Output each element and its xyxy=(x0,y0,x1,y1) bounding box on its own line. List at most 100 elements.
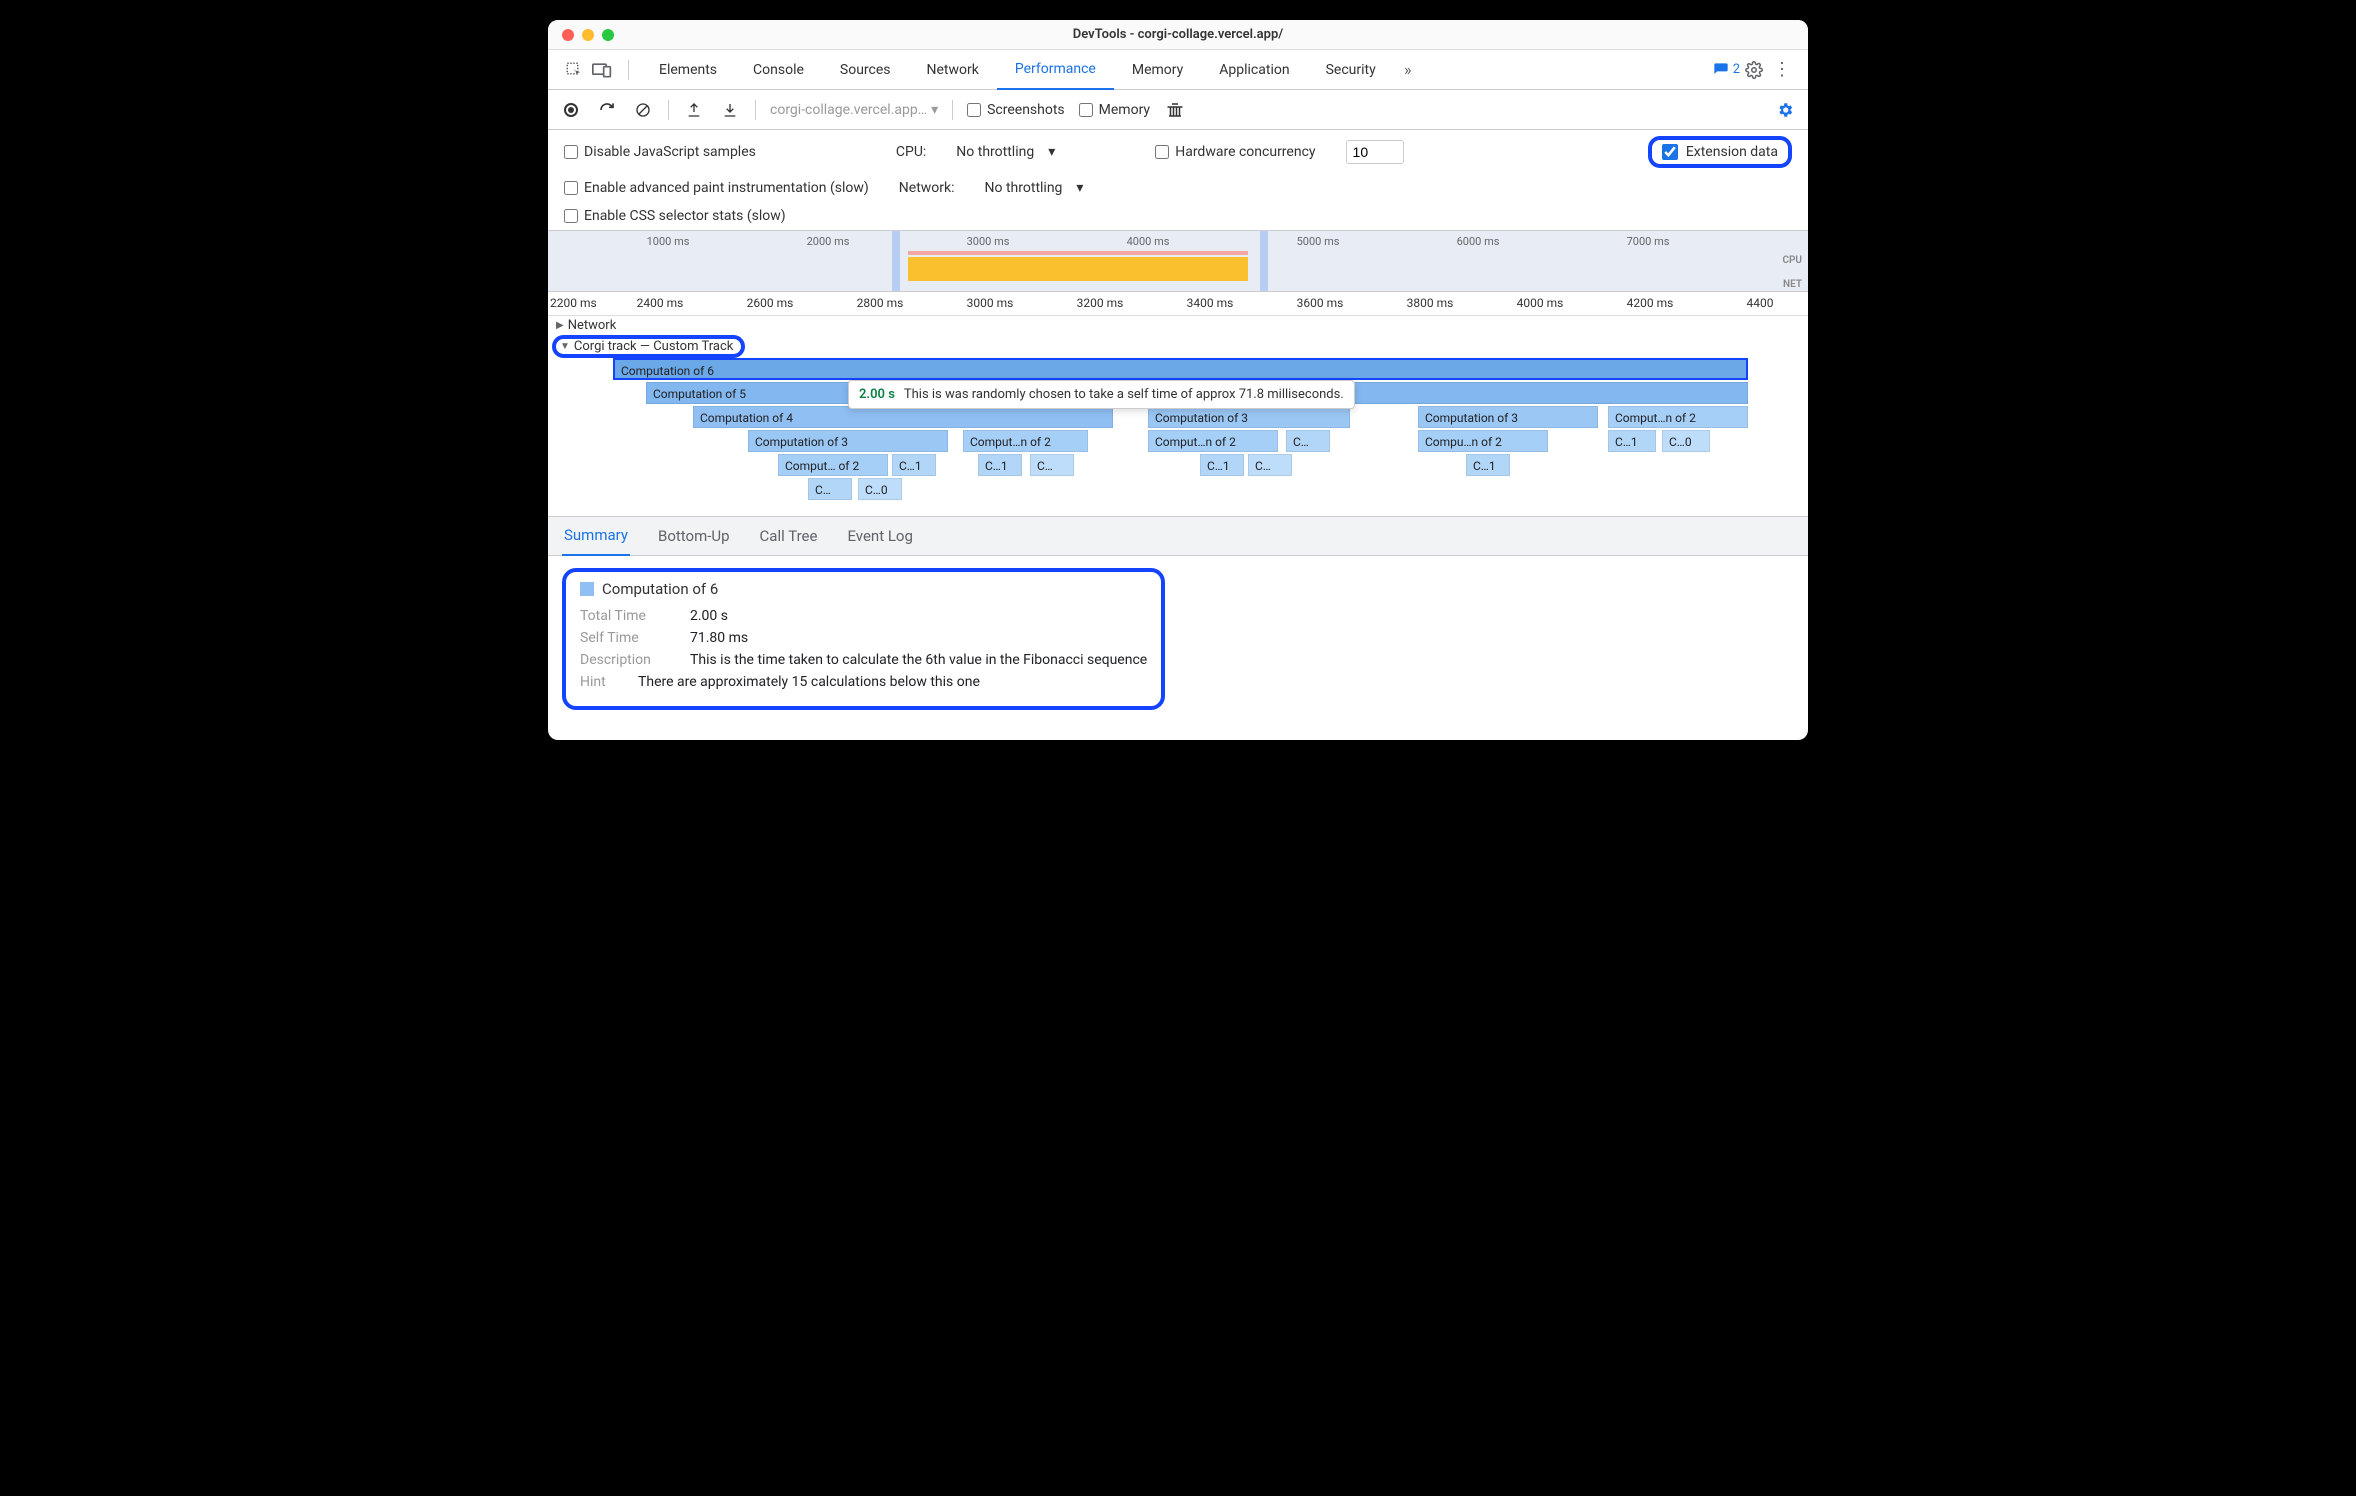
ruler-tick: 2600 ms xyxy=(747,296,794,310)
traffic-lights xyxy=(562,29,614,41)
extension-data-label: Extension data xyxy=(1686,144,1778,160)
enable-css-stats-checkbox[interactable]: Enable CSS selector stats (slow) xyxy=(564,208,786,224)
flame-entry[interactable]: C… xyxy=(1286,430,1330,452)
capture-settings-gear-icon[interactable] xyxy=(1774,99,1796,121)
minimize-window-button[interactable] xyxy=(582,29,594,41)
flame-entry[interactable]: Comput…n of 2 xyxy=(963,430,1088,452)
tab-network[interactable]: Network xyxy=(909,50,997,90)
settings-gear-icon[interactable] xyxy=(1740,56,1768,84)
summary-title: Computation of 6 xyxy=(580,580,1147,598)
flame-entry[interactable]: C… xyxy=(808,478,852,500)
custom-track-header[interactable]: ▼ Corgi track — Custom Track xyxy=(560,339,733,354)
chevron-down-icon: ▾ xyxy=(1048,144,1055,160)
tab-console[interactable]: Console xyxy=(735,50,822,90)
flame-entry[interactable]: C…1 xyxy=(892,454,936,476)
tab-summary[interactable]: Summary xyxy=(562,516,630,556)
record-button-icon[interactable] xyxy=(560,99,582,121)
flame-entry[interactable]: C…0 xyxy=(858,478,902,500)
clear-icon[interactable] xyxy=(632,99,654,121)
flame-entry[interactable]: Computation of 3 xyxy=(748,430,948,452)
flame-entry[interactable]: Computation of 3 xyxy=(1418,406,1598,428)
tab-application[interactable]: Application xyxy=(1201,50,1307,90)
flame-entry[interactable]: C…1 xyxy=(1466,454,1510,476)
ruler-tick: 3400 ms xyxy=(1187,296,1234,310)
summary-row: Hint There are approximately 15 calculat… xyxy=(580,674,1147,690)
overview-tick: 1000 ms xyxy=(647,235,690,248)
ruler-tick: 3600 ms xyxy=(1297,296,1344,310)
recording-dropdown[interactable]: corgi-collage.vercel.app… ▾ xyxy=(770,102,938,118)
ruler-tick: 2800 ms xyxy=(857,296,904,310)
flame-entry[interactable]: Compu…n of 2 xyxy=(1418,430,1548,452)
summary-row: Self Time 71.80 ms xyxy=(580,630,1147,646)
flame-chart[interactable]: ▶ Network ▼ Corgi track — Custom Track C… xyxy=(548,316,1808,516)
devtools-window: DevTools - corgi-collage.vercel.app/ Ele… xyxy=(548,20,1808,740)
issues-badge[interactable]: 2 xyxy=(1713,62,1740,78)
ruler-tick: 3800 ms xyxy=(1407,296,1454,310)
tab-security[interactable]: Security xyxy=(1308,50,1394,90)
chevron-down-icon: ▾ xyxy=(931,102,938,118)
screenshots-checkbox[interactable]: Screenshots xyxy=(967,102,1065,118)
tab-bottom-up[interactable]: Bottom-Up xyxy=(656,516,732,556)
overview-handle-right[interactable] xyxy=(1260,231,1268,291)
ruler-tick: 2400 ms xyxy=(637,296,684,310)
cpu-label: CPU: xyxy=(896,144,926,160)
timeline-overview[interactable]: 1000 ms 2000 ms 3000 ms 4000 ms 5000 ms … xyxy=(548,230,1808,292)
download-icon[interactable] xyxy=(719,99,741,121)
tab-memory[interactable]: Memory xyxy=(1114,50,1201,90)
inspect-element-icon[interactable] xyxy=(560,56,588,84)
device-toolbar-icon[interactable] xyxy=(588,56,616,84)
upload-icon[interactable] xyxy=(683,99,705,121)
kebab-menu-icon[interactable]: ⋮ xyxy=(1768,56,1796,84)
hardware-concurrency-input[interactable] xyxy=(1346,140,1404,164)
tab-event-log[interactable]: Event Log xyxy=(845,516,914,556)
flame-entry[interactable]: C…1 xyxy=(1200,454,1244,476)
separator xyxy=(668,100,669,120)
flame-entry[interactable]: C… xyxy=(1248,454,1292,476)
flame-entry-selected[interactable]: Computation of 6 xyxy=(613,358,1748,380)
reload-record-icon[interactable] xyxy=(596,99,618,121)
network-track-header[interactable]: ▶ Network xyxy=(548,316,1808,335)
tab-sources[interactable]: Sources xyxy=(822,50,909,90)
expand-arrow-icon: ▶ xyxy=(556,320,564,331)
flame-entry[interactable]: C…1 xyxy=(1608,430,1656,452)
tooltip-text: This is was randomly chosen to take a se… xyxy=(904,387,1344,402)
flame-entry[interactable]: C…1 xyxy=(978,454,1022,476)
recording-url: corgi-collage.vercel.app… xyxy=(770,102,927,118)
overview-handle-left[interactable] xyxy=(892,231,900,291)
extension-data-checkbox[interactable] xyxy=(1662,144,1678,160)
garbage-collect-icon[interactable] xyxy=(1164,99,1186,121)
enable-paint-checkbox[interactable]: Enable advanced paint instrumentation (s… xyxy=(564,180,869,196)
overview-tick: 3000 ms xyxy=(967,235,1010,248)
flame-rows: Computation of 6 Computation of 5 2.00 s… xyxy=(548,358,1808,516)
settings-row-1: Disable JavaScript samples CPU: No throt… xyxy=(548,130,1808,174)
more-tabs-chevron-icon[interactable]: » xyxy=(1394,56,1422,84)
ruler-tick: 3200 ms xyxy=(1077,296,1124,310)
settings-row-2: Enable advanced paint instrumentation (s… xyxy=(548,174,1808,202)
panel-tabs: Elements Console Sources Network Perform… xyxy=(548,50,1808,90)
flame-entry[interactable]: Comput…n of 2 xyxy=(1148,430,1278,452)
tooltip-duration: 2.00 s xyxy=(859,387,895,402)
maximize-window-button[interactable] xyxy=(602,29,614,41)
tab-call-tree[interactable]: Call Tree xyxy=(758,516,820,556)
flame-entry[interactable]: C… xyxy=(1030,454,1074,476)
settings-row-3: Enable CSS selector stats (slow) xyxy=(548,202,1808,230)
overview-tick: 7000 ms xyxy=(1627,235,1670,248)
flame-entry[interactable]: Comput…n of 2 xyxy=(1608,406,1748,428)
overview-tick: 2000 ms xyxy=(807,235,850,248)
tab-elements[interactable]: Elements xyxy=(641,50,735,90)
overview-cpu-bar xyxy=(908,257,1248,281)
cpu-throttling-select[interactable]: No throttling ▾ xyxy=(956,144,1055,160)
flame-entry[interactable]: Comput… of 2 xyxy=(778,454,888,476)
detail-tabs: Summary Bottom-Up Call Tree Event Log xyxy=(548,516,1808,556)
flame-entry[interactable]: C…0 xyxy=(1662,430,1710,452)
summary-row: Total Time 2.00 s xyxy=(580,608,1147,624)
window-title: DevTools - corgi-collage.vercel.app/ xyxy=(548,27,1808,42)
close-window-button[interactable] xyxy=(562,29,574,41)
network-throttling-select[interactable]: No throttling ▾ xyxy=(985,180,1084,196)
disable-js-samples-checkbox[interactable]: Disable JavaScript samples xyxy=(564,144,756,160)
hardware-concurrency-checkbox[interactable]: Hardware concurrency xyxy=(1155,144,1315,160)
flame-entry[interactable]: Computation of 3 xyxy=(1148,406,1350,428)
memory-checkbox[interactable]: Memory xyxy=(1079,102,1150,118)
tab-performance[interactable]: Performance xyxy=(997,50,1114,90)
flame-entry[interactable]: Computation of 4 xyxy=(693,406,1113,428)
